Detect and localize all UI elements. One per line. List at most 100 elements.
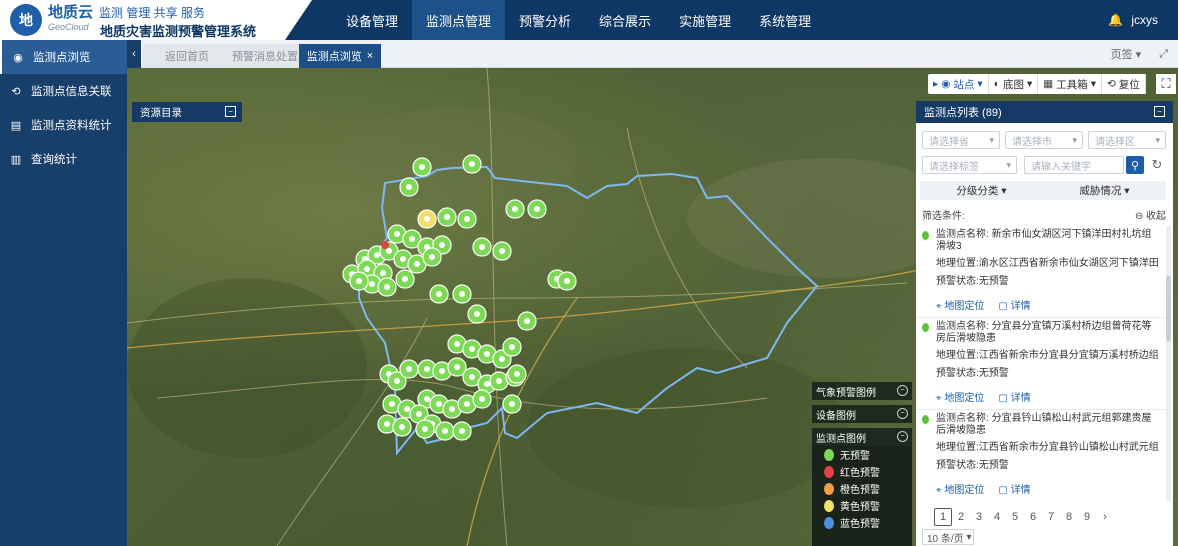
page-size-select[interactable]: 10 条/页 ▾: [922, 529, 974, 545]
green-pin-icon: [922, 323, 929, 332]
sidebar-item-label: 查询统计: [31, 154, 77, 166]
nav-device[interactable]: 设备管理: [332, 0, 412, 40]
station-tool[interactable]: ▸ ◉ 站点 ▾: [928, 74, 989, 94]
tag-select-value: 请选择标签: [929, 161, 979, 173]
device-legend-header[interactable]: 设备图例 −: [812, 405, 912, 423]
username[interactable]: jcxys: [1131, 13, 1158, 27]
nav-display[interactable]: 综合展示: [585, 0, 665, 40]
collapse-icon[interactable]: −: [1154, 106, 1165, 117]
tool-label: 站点: [953, 78, 975, 91]
page-6[interactable]: 6: [1024, 508, 1042, 526]
brand-slogan: 监测 管理 共享 服务: [99, 6, 206, 20]
close-icon[interactable]: ×: [367, 50, 373, 62]
reset-tool[interactable]: ⟲ 复位: [1102, 74, 1146, 94]
map-pin-dot: [404, 406, 410, 412]
map-pin-dot: [484, 381, 490, 387]
search-button[interactable]: ⚲: [1126, 156, 1144, 174]
detail-label: 详情: [1010, 485, 1031, 496]
city-select[interactable]: 请选择市 ▾: [1005, 131, 1083, 149]
list-item[interactable]: 监测点名称: 分宜县钤山镇松山村武元组郭建贵屋后滑坡隐患 地理位置:江西省新余市…: [916, 410, 1166, 501]
status-label: 预警状态:: [936, 460, 979, 471]
page-5[interactable]: 5: [1006, 508, 1024, 526]
sidebar-item-link[interactable]: ⟲ 监测点信息关联: [0, 74, 127, 108]
threat-filter[interactable]: 威胁情况 ▾: [1043, 181, 1166, 200]
map-pin-dot: [394, 231, 400, 237]
tab-monitor-browse[interactable]: 监测点浏览 ×: [299, 44, 381, 68]
page-1[interactable]: 1: [934, 508, 952, 526]
map-pin-dot: [409, 236, 415, 242]
district-select[interactable]: 请选择区 ▾: [1088, 131, 1166, 149]
list-scrollbar[interactable]: [1166, 226, 1171, 501]
page-3[interactable]: 3: [970, 508, 988, 526]
collapse-icon[interactable]: −: [897, 408, 908, 419]
map-pin-dot: [406, 366, 412, 372]
detail-link[interactable]: ▢ 详情: [998, 297, 1030, 312]
point-status: 无预警: [978, 460, 1009, 471]
fullscreen-icon[interactable]: ⛶: [1156, 74, 1176, 94]
legend-item: 橙色预警: [812, 480, 912, 497]
collapse-icon[interactable]: −: [225, 106, 236, 117]
page-9[interactable]: 9: [1078, 508, 1096, 526]
detail-link[interactable]: ▢ 详情: [998, 481, 1030, 496]
sidebar-item-query[interactable]: ▥ 查询统计: [0, 142, 127, 176]
collapse-icon[interactable]: −: [897, 431, 908, 442]
map-pin-dot: [424, 396, 430, 402]
province-select[interactable]: 请选择省 ▾: [922, 131, 1000, 149]
weather-legend-title: 气象预警图例: [816, 387, 876, 399]
map-pin-dot: [564, 278, 570, 284]
list-item[interactable]: 监测点名称: 分宜县分宜镇万溪村桥边组曾荷花等房后滑坡隐患 地理位置:江西省新余…: [916, 318, 1166, 410]
bell-icon[interactable]: 🔔: [1108, 13, 1123, 27]
locate-link[interactable]: ⌖ 地图定位: [936, 297, 984, 312]
map-pin-dot: [464, 401, 470, 407]
detail-label: 详情: [1010, 393, 1031, 404]
map-pin-dot: [484, 351, 490, 357]
user-menu[interactable]: 🔔 jcxys: [1108, 0, 1158, 40]
system-title: 地质灾害监测预警管理系统: [100, 24, 257, 39]
sidebar-item-stats[interactable]: ▤ 监测点资料统计: [0, 108, 127, 142]
red-marker[interactable]: [381, 241, 389, 249]
map-pin-dot: [424, 366, 430, 372]
keyword-input[interactable]: 请输入关键字: [1024, 156, 1124, 174]
locate-link[interactable]: ⌖ 地图定位: [936, 481, 984, 496]
threat-filter-label: 威胁情况: [1079, 185, 1122, 197]
chevron-left-icon[interactable]: ‹: [127, 40, 141, 68]
collapse-icon[interactable]: −: [897, 385, 908, 396]
point-legend-header[interactable]: 监测点图例 −: [812, 428, 912, 446]
grade-filter[interactable]: 分级分类 ▾: [920, 181, 1043, 200]
page-8[interactable]: 8: [1060, 508, 1078, 526]
sidebar-item-browse[interactable]: ◉ 监测点浏览: [0, 40, 127, 74]
legend-label: 黄色预警: [840, 502, 880, 513]
chevron-right-icon[interactable]: ›: [1096, 508, 1114, 526]
basemap-tool[interactable]: ◐ 底图 ▾: [989, 74, 1039, 94]
status-label: 预警状态:: [936, 276, 979, 287]
nav-implement[interactable]: 实施管理: [665, 0, 745, 40]
location-label: 地理位置:: [936, 258, 979, 269]
toolbox-tool[interactable]: ▦ 工具箱 ▾: [1038, 74, 1102, 94]
expand-icon[interactable]: ⤢: [1159, 48, 1168, 61]
weather-legend-header[interactable]: 气象预警图例 −: [812, 382, 912, 400]
page-tabs-menu[interactable]: 页签 ▾: [1111, 46, 1142, 62]
nav-monitor-point[interactable]: 监测点管理: [412, 0, 506, 40]
map-pin-dot: [414, 261, 420, 267]
page-7[interactable]: 7: [1042, 508, 1060, 526]
collapse-conditions[interactable]: ⊖ 收起: [1135, 207, 1166, 222]
map-pin-dot: [496, 378, 502, 384]
pagination: 1 2 3 4 5 6 7 8 9 ›: [934, 508, 1114, 526]
map-pin-dot: [429, 254, 435, 260]
tag-select[interactable]: 请选择标签 ▾: [922, 156, 1017, 174]
page-4[interactable]: 4: [988, 508, 1006, 526]
scrollbar-thumb[interactable]: [1166, 276, 1171, 341]
map-pin-dot: [524, 318, 530, 324]
nav-warning[interactable]: 预警分析: [505, 0, 585, 40]
detail-link[interactable]: ▢ 详情: [998, 389, 1030, 404]
resource-panel[interactable]: 资源目录 −: [132, 102, 242, 122]
map-pin-dot: [399, 424, 405, 430]
map-pin-dot: [389, 401, 395, 407]
list-item[interactable]: 监测点名称: 新余市仙女湖区河下镇洋田村礼坑组滑坡3 地理位置:渝水区江西省新余…: [916, 226, 1166, 318]
main-nav: 设备管理 监测点管理 预警分析 综合展示 实施管理 系统管理: [332, 0, 825, 40]
refresh-icon[interactable]: ↻: [1148, 156, 1166, 174]
nav-system[interactable]: 系统管理: [745, 0, 825, 40]
page-2[interactable]: 2: [952, 508, 970, 526]
locate-link[interactable]: ⌖ 地图定位: [936, 389, 984, 404]
status-label: 预警状态:: [936, 368, 979, 379]
